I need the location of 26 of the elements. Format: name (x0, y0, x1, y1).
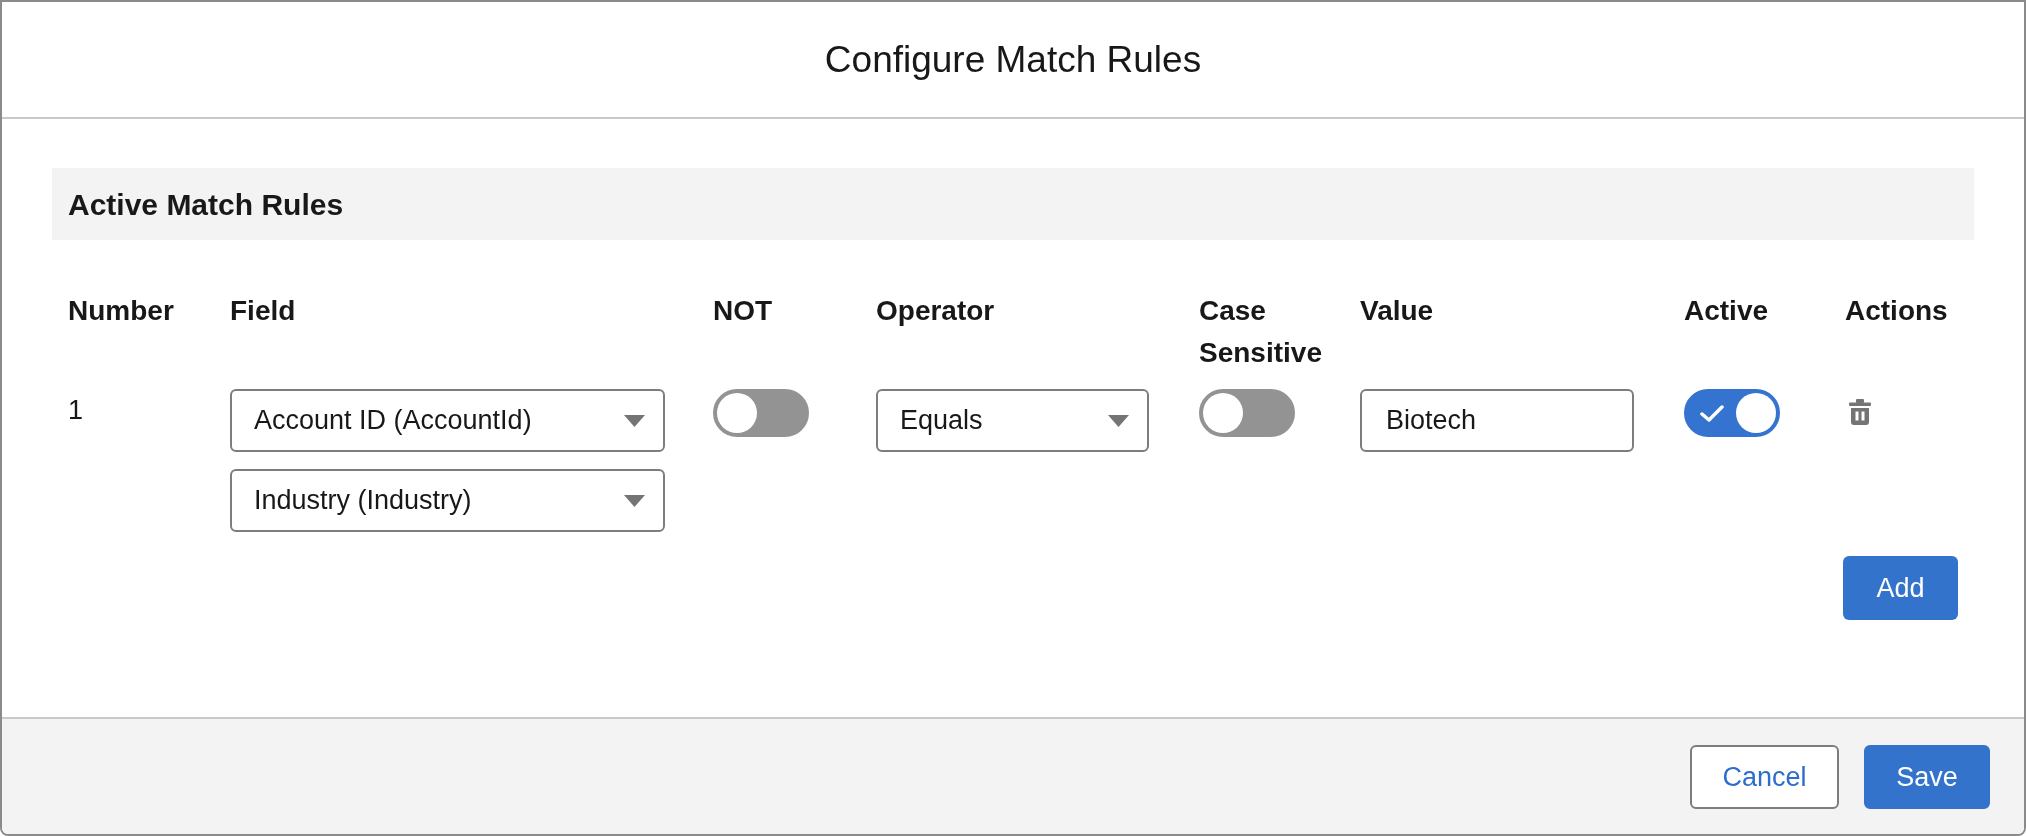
caret-down-icon (1108, 414, 1129, 427)
caret-down-icon (624, 414, 645, 427)
column-header: Active (1684, 294, 1770, 328)
add-button[interactable]: Add (1843, 556, 1958, 620)
dropdown-select[interactable]: Account ID (AccountId) (230, 389, 665, 452)
caret-down-icon (624, 494, 645, 507)
trash-icon[interactable] (1849, 399, 1871, 425)
column-header: Value (1360, 294, 1435, 328)
section-title: Active Match Rules (68, 186, 344, 223)
column-header: Actions (1845, 294, 1949, 328)
column-header: Field (230, 294, 297, 328)
toggle-switch[interactable] (713, 389, 809, 437)
value-input[interactable]: Biotech (1360, 389, 1634, 452)
dropdown-select[interactable]: Equals (876, 389, 1149, 452)
dropdown-select[interactable]: Industry (Industry) (230, 469, 665, 532)
toggle-switch[interactable] (1199, 389, 1295, 437)
save-button[interactable]: Save (1864, 745, 1990, 809)
cancel-button[interactable]: Cancel (1690, 745, 1839, 809)
column-header: Case Sensitive (1199, 294, 1323, 370)
row-number: 1 (68, 394, 85, 427)
column-header: Operator (876, 294, 996, 328)
modal-title: Configure Match Rules (824, 41, 1202, 78)
column-header: NOT (713, 294, 774, 328)
column-header: Number (68, 294, 175, 328)
check-icon (1700, 404, 1724, 422)
toggle-switch[interactable] (1684, 389, 1780, 437)
